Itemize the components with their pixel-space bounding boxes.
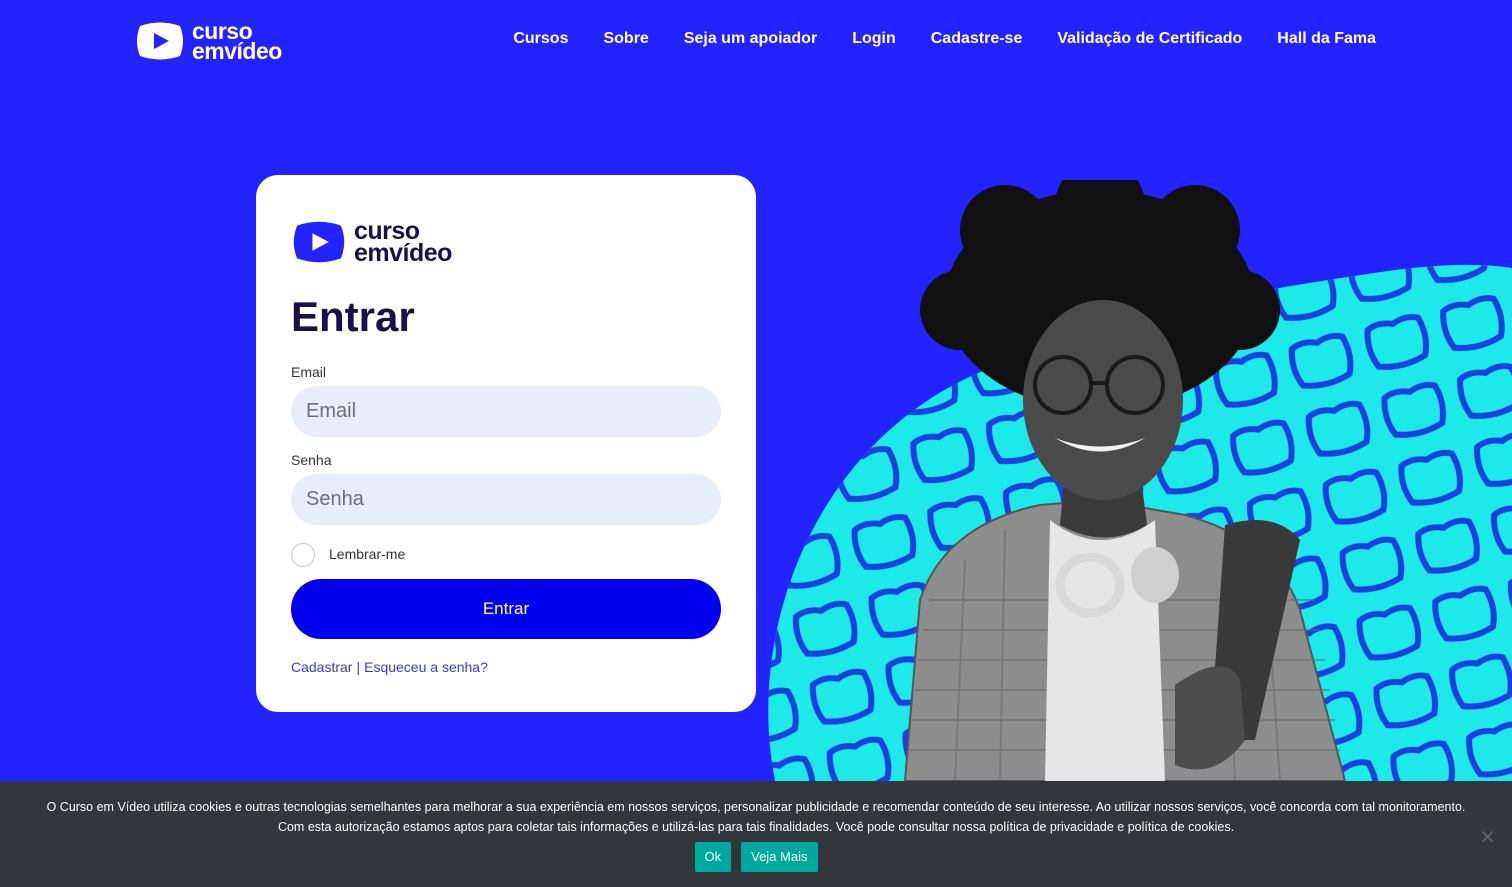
link-separator: | <box>356 659 361 675</box>
nav-link-validacao-certificado[interactable]: Validação de Certificado <box>1057 30 1242 48</box>
hero-illustration <box>768 180 1512 781</box>
login-title: Entrar <box>291 293 415 340</box>
nav-link-hall-da-fama[interactable]: Hall da Fama <box>1277 30 1376 48</box>
play-logo-icon <box>137 22 183 60</box>
nav-link-cadastre-se[interactable]: Cadastre-se <box>931 30 1023 48</box>
card-logo-text: curso emvídeo <box>354 219 452 267</box>
logo-line-2: emvídeo <box>192 38 282 64</box>
password-input[interactable] <box>291 474 721 525</box>
logo-text: curso emvídeo <box>192 20 282 64</box>
email-label: Email <box>291 364 327 380</box>
nav-link-cursos[interactable]: Cursos <box>513 30 568 48</box>
password-label: Senha <box>291 452 332 468</box>
login-card: curso emvídeo Entrar Email Senha Lembrar… <box>256 175 756 712</box>
remember-me-label[interactable]: Lembrar-me <box>329 546 405 562</box>
nav-link-login[interactable]: Login <box>852 30 896 48</box>
cookie-notice-text: O Curso em Vídeo utiliza cookies e outra… <box>46 800 1466 834</box>
nav-link-sobre[interactable]: Sobre <box>603 30 648 48</box>
main-nav: Cursos Sobre Seja um apoiador Login Cada… <box>478 30 1376 48</box>
card-logo: curso emvídeo <box>290 219 452 267</box>
forgot-password-link[interactable]: Esqueceu a senha? <box>364 659 488 675</box>
register-link[interactable]: Cadastrar <box>291 659 352 675</box>
login-submit-button[interactable]: Entrar <box>291 579 721 639</box>
hero-image <box>755 180 1512 781</box>
nav-link-apoiador[interactable]: Seja um apoiador <box>684 30 817 48</box>
site-logo[interactable]: curso emvídeo <box>134 20 282 64</box>
cookie-banner: O Curso em Vídeo utiliza cookies e outra… <box>0 781 1512 887</box>
cookie-ok-button[interactable]: Ok <box>694 842 732 872</box>
site-header: curso emvídeo Cursos Sobre Seja um apoia… <box>0 0 1512 82</box>
play-logo-icon <box>293 221 345 263</box>
close-icon[interactable]: ✕ <box>1479 825 1496 850</box>
email-input[interactable] <box>291 386 721 437</box>
cookie-more-button[interactable]: Veja Mais <box>741 842 818 872</box>
card-logo-line-2: emvídeo <box>354 239 452 267</box>
cookie-buttons: Ok Veja Mais <box>0 842 1512 872</box>
remember-me-checkbox[interactable] <box>291 543 315 567</box>
login-links: Cadastrar | Esqueceu a senha? <box>291 659 488 675</box>
